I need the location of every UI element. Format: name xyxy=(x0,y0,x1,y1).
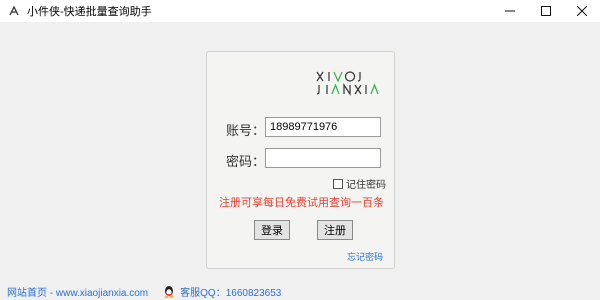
minimize-icon xyxy=(505,10,515,12)
remember-password[interactable]: 记住密码 xyxy=(333,176,386,191)
promo-text: 注册可享每日免费试用查询一百条 xyxy=(219,197,384,209)
account-label: 账号： xyxy=(226,123,266,138)
window-title: 小件侠-快递批量查询助手 xyxy=(27,6,152,18)
forgot-password-link[interactable]: 忘记密码 xyxy=(347,250,383,263)
remember-checkbox[interactable] xyxy=(333,178,343,189)
login-button[interactable]: 登录 xyxy=(254,220,290,240)
register-button[interactable]: 注册 xyxy=(317,220,353,240)
minimize-button[interactable] xyxy=(492,0,528,22)
qq-penguin-icon xyxy=(162,284,176,298)
website-link[interactable]: 网站首页 - www.xiaojianxia.com xyxy=(7,284,148,299)
maximize-icon xyxy=(541,6,551,16)
remember-label: 记住密码 xyxy=(346,180,386,191)
window-controls xyxy=(492,0,600,22)
maximize-button[interactable] xyxy=(528,0,564,22)
support-qq[interactable]: 客服QQ：1660823653 xyxy=(180,284,281,299)
password-label: 密码： xyxy=(226,154,266,169)
login-card: 账号： 18989771976 密码： 记住密码 注册可享每日免费试用查询一百条… xyxy=(206,51,395,269)
close-icon xyxy=(577,6,587,16)
app-icon xyxy=(5,3,23,19)
brand-logo xyxy=(316,71,379,96)
status-bar: 网站首页 - www.xiaojianxia.com 客服QQ：16608236… xyxy=(0,282,600,300)
title-bar: 小件侠-快递批量查询助手 xyxy=(0,0,600,22)
password-input[interactable] xyxy=(265,148,381,168)
client-area: 账号： 18989771976 密码： 记住密码 注册可享每日免费试用查询一百条… xyxy=(0,22,600,278)
account-input[interactable]: 18989771976 xyxy=(265,117,381,137)
close-button[interactable] xyxy=(564,0,600,22)
